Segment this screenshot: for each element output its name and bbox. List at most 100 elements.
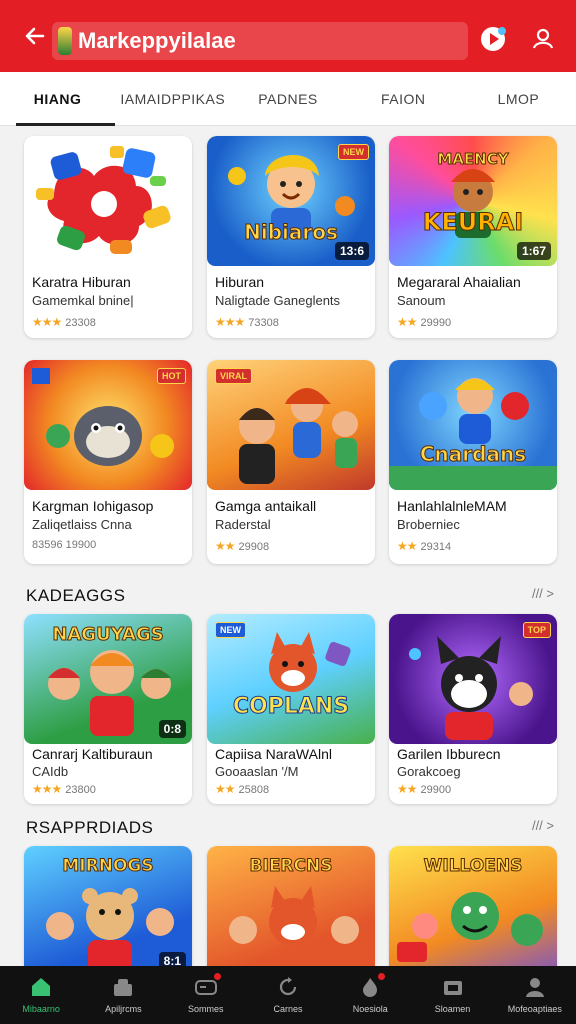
account-button[interactable] <box>526 22 560 56</box>
app-thumbnail: TOP <box>389 614 557 744</box>
play-button[interactable] <box>476 22 510 56</box>
app-tag: HOT <box>157 368 186 384</box>
nav-label: Carnes <box>273 1004 303 1014</box>
app-card[interactable]: TOP Garilen Ibburecn Gorakcoeg ★★ 29900 <box>389 614 557 804</box>
category-tabs: HIANG IAMAIDPPIKAS PADNES FAION LMOP <box>0 72 576 126</box>
tab-faion[interactable]: FAION <box>346 72 461 125</box>
rating-stars-icon: ★★ <box>397 539 417 553</box>
section-more-link[interactable]: /// > <box>532 586 554 601</box>
rating-count: 29314 <box>420 541 452 553</box>
app-card[interactable]: HOT Kargman Iohigasop Zaliqetlaiss Cnna … <box>24 360 192 564</box>
nav-item-apps[interactable]: Apiljrcms <box>82 966 164 1024</box>
app-art-title: BIERCNS <box>249 856 333 877</box>
app-tag: NEW <box>338 144 369 160</box>
rating-count: 23800 <box>65 784 96 796</box>
rating-count: 29900 <box>420 784 452 796</box>
apps-icon <box>112 976 134 998</box>
app-title: Gamga antaikall <box>215 498 317 514</box>
app-card[interactable]: NAGUYAGS 0:8 Canrarj Kaltiburaun CAIdb ★… <box>24 614 192 804</box>
nav-item-profile[interactable]: Mofeoaptiaes <box>494 966 576 1024</box>
app-subtitle: Broberniec <box>397 517 460 532</box>
app-card[interactable]: Cnardans HanlahlalnleMAM Broberniec ★★ 29… <box>389 360 557 564</box>
tab-hiang[interactable]: HIANG <box>0 72 116 126</box>
app-title: Garilen Ibburecn <box>397 746 501 762</box>
app-tag: TOP <box>522 622 551 638</box>
app-card[interactable]: MAENCY KEURAI 1:67 Megararal Ahaialian S… <box>389 136 557 338</box>
app-root: HIANG IAMAIDPPIKAS PADNES FAION LMOP <box>0 0 576 1024</box>
top-bar <box>0 0 576 72</box>
rating-stars-icon: ★★★ <box>32 782 62 796</box>
app-badge: 0:8 <box>158 720 186 738</box>
flame-icon <box>359 973 386 998</box>
search-input[interactable] <box>78 28 438 54</box>
tab-iamaidppikas[interactable]: IAMAIDPPIKAS <box>115 72 230 125</box>
section-heading: KADEAGGS <box>26 586 126 605</box>
app-thumbnail: Nibiaros NEW 13:6 <box>207 136 375 266</box>
app-art-title: WILLOENS <box>423 856 523 877</box>
rating-stars-icon: ★★ <box>215 782 235 796</box>
app-title: HanlahlalnleMAM <box>397 498 507 514</box>
nav-label: Mibaarno <box>22 1004 60 1014</box>
search-box[interactable] <box>52 22 468 60</box>
app-badge: 13:6 <box>334 242 369 260</box>
app-rating: ★★★ 73308 <box>215 315 279 329</box>
rating-count: 23308 <box>65 317 96 329</box>
app-tag: VIRAL <box>215 368 252 384</box>
profile-icon <box>524 976 546 998</box>
nav-item-home[interactable]: Mibaarno <box>0 966 82 1024</box>
rating-stars-icon: ★★ <box>397 315 417 329</box>
app-art-title: Cnardans <box>419 442 527 467</box>
nav-item-games[interactable]: Sommes <box>165 966 247 1024</box>
notification-dot <box>213 973 221 980</box>
bottom-navigation: Mibaarno Apiljrcms Sommes Carnes Noesiol… <box>0 966 576 1024</box>
app-badge: 1:67 <box>516 242 551 260</box>
tab-padnes[interactable]: PADNES <box>230 72 345 125</box>
section-heading: RSAPPRDIADS <box>26 818 154 837</box>
nav-item-carnes[interactable]: Carnes <box>247 966 329 1024</box>
nav-label: Apiljrcms <box>105 1004 142 1014</box>
rating-count: 83596 19900 <box>32 539 97 551</box>
rating-count: 73308 <box>248 317 279 329</box>
app-rating: ★★ 25808 <box>215 782 269 796</box>
home-icon <box>30 976 52 998</box>
app-tag: NEW <box>215 622 246 638</box>
app-thumbnail <box>24 136 192 266</box>
library-icon <box>442 976 464 998</box>
app-card[interactable]: VIRAL Gamga antaikall Raderstal ★★ 29908 <box>207 360 375 564</box>
app-thumbnail: VIRAL <box>207 360 375 490</box>
app-thumbnail: HOT <box>24 360 192 490</box>
tab-lmop[interactable]: LMOP <box>461 72 576 125</box>
app-card[interactable]: Nibiaros NEW 13:6 Hiburan Naligtade Gane… <box>207 136 375 338</box>
app-rating: ★★★ 23800 <box>32 782 96 796</box>
app-art-title: NAGUYAGS <box>52 624 164 646</box>
app-thumbnail: Cnardans <box>389 360 557 490</box>
rating-count: 29908 <box>238 541 270 553</box>
rating-stars-icon: ★★★ <box>215 315 245 329</box>
refresh-icon <box>277 976 299 998</box>
app-card[interactable]: Karatra Hiburan Gamemkal bnine| ★★★ 23308 <box>24 136 192 338</box>
app-subtitle: Gamemkal bnine| <box>32 293 134 308</box>
app-rating: ★★ 29314 <box>397 539 451 553</box>
section-more-link[interactable]: /// > <box>532 818 554 833</box>
app-card[interactable]: BIERCNS <box>207 846 375 966</box>
store-logo-icon <box>58 27 72 55</box>
app-rating: ★★ 29908 <box>215 539 269 553</box>
games-icon <box>194 973 221 998</box>
nav-item-noesiola[interactable]: Noesiola <box>329 966 411 1024</box>
app-thumbnail: BIERCNS <box>207 846 375 966</box>
app-card[interactable]: NEW COPLANS Capiisa NaraWAlnl Gooaaslan … <box>207 614 375 804</box>
app-thumbnail: NEW COPLANS <box>207 614 375 744</box>
nav-item-library[interactable]: Sloamen <box>411 966 493 1024</box>
app-card[interactable]: MIRNOGS 8:1 <box>24 846 192 966</box>
back-button[interactable] <box>18 19 52 53</box>
app-title: Kargman Iohigasop <box>32 498 154 514</box>
app-title: Canrarj Kaltiburaun <box>32 746 153 762</box>
app-title: Megararal Ahaialian <box>397 274 521 290</box>
back-arrow-icon <box>25 27 45 45</box>
app-art-title: MIRNOGS <box>62 856 154 877</box>
app-title: Capiisa NaraWAlnl <box>215 746 332 762</box>
app-art-title: KEURAI <box>422 208 524 237</box>
rating-count: 25808 <box>238 784 270 796</box>
app-card[interactable]: WILLOENS <box>389 846 557 966</box>
nav-label: Sommes <box>187 1004 224 1014</box>
